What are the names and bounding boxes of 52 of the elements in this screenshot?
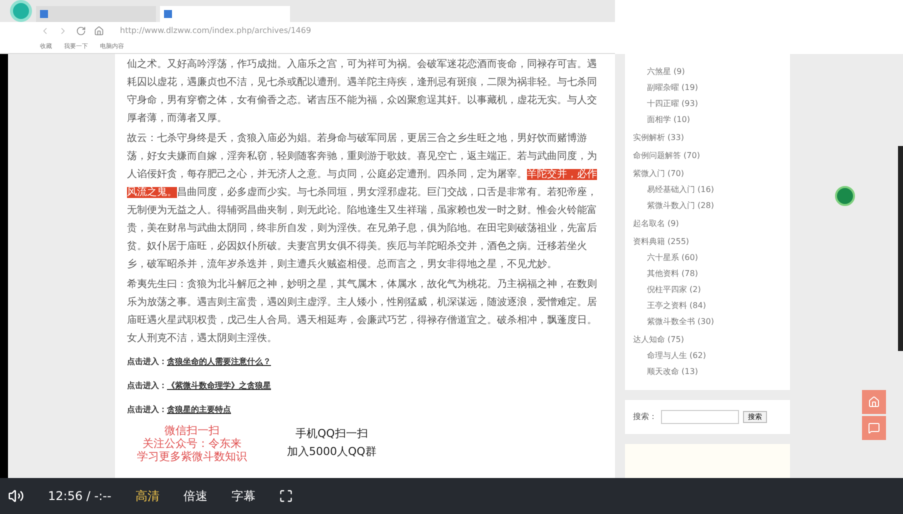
home-icon[interactable] — [94, 26, 104, 36]
category-link[interactable]: 紫微入门 (70) — [633, 166, 782, 182]
reload-icon[interactable] — [76, 26, 86, 36]
article-paragraph: 希夷先生曰：贪狼为北斗解厄之神，妙明之星，其气属木，体属水，故化气为桃花。乃主祸福之神，在数则乐为放荡之事。遇吉则主富贵，遇凶则主虚浮。主人矮小，性刚猛威，机深谋远，随波逐浪，爱憎难定。居庙旺遇火星武职权贵，戊己生人合局。遇天相延寿，会廉武巧艺，得禄存僧道宜之。破杀相冲，飘蓬度日。女人刑克不洁，遇太阴则主淫佚。 — [127, 278, 598, 346]
tab-icon — [40, 10, 48, 18]
time-display: 12:56 / -:-- — [48, 488, 112, 505]
promo-text: 手机QQ扫一扫 — [295, 426, 368, 442]
browser-tab[interactable] — [160, 6, 290, 22]
category-link[interactable]: 实例解析 (33) — [633, 130, 782, 146]
tab-icon — [164, 10, 172, 18]
category-link[interactable]: 紫微斗数全书 (30) — [633, 314, 782, 330]
category-link[interactable]: 倪柱平四家 (2) — [633, 282, 782, 298]
category-link[interactable]: 六煞星 (9) — [633, 64, 782, 80]
promo-text: 学习更多紫微斗数知识 — [137, 450, 247, 463]
speed-button[interactable]: 倍速 — [183, 487, 208, 505]
fullscreen-icon[interactable] — [279, 489, 294, 503]
search-label: 搜索： — [633, 411, 657, 423]
category-link[interactable]: 面相学 (10) — [633, 112, 782, 128]
link-prefix: 点击进入： — [127, 380, 167, 392]
article-paragraph: 仙之术。又好高吟浮荡，作巧成拙。入庙乐之宫，可为祥可为祸。会破军迷花恋酒而丧命，同禄存可吉。遇耗囚以虚花，遇廉贞也不洁，见七杀或配以遭刑。遇羊陀主痔疾，逢刑忌有斑痕，二限为祸非轻。与七杀同守身命，男有穿窬之体，女有偷香之态。诸吉压不能为福，众凶聚愈逞其奸。以事藏机，虚花无实。与人交厚者薄，而薄者又厚。 — [127, 58, 598, 126]
chat-button[interactable] — [862, 416, 886, 440]
category-link[interactable]: 副曜杂曜 (19) — [633, 80, 782, 96]
category-link[interactable]: 资料典籍 (255) — [633, 234, 782, 250]
browser-logo-icon — [10, 0, 32, 22]
category-link[interactable]: 易经基础入门 (16) — [633, 182, 782, 198]
subtitles-button[interactable]: 字幕 — [231, 487, 256, 505]
category-link[interactable]: 顺天改命 (13) — [633, 364, 782, 380]
promo-text: 关注公众号：令东来 — [142, 437, 242, 450]
chat-icon — [868, 422, 880, 434]
link-prefix: 点击进入： — [127, 404, 167, 416]
category-link[interactable]: 起名取名 (9) — [633, 216, 782, 232]
link-prefix: 点击进入： — [127, 356, 167, 368]
category-link[interactable]: 王亭之资料 (84) — [633, 298, 782, 314]
browser-tab[interactable] — [36, 6, 156, 22]
category-link[interactable]: 达人知命 (75) — [633, 332, 782, 348]
category-link[interactable]: 紫微斗数入门 (28) — [633, 198, 782, 214]
category-link[interactable]: 十四正曜 (93) — [633, 96, 782, 112]
home-button[interactable] — [862, 390, 886, 414]
article-link[interactable]: 贪狼星的主要特点 — [167, 404, 231, 416]
home-icon — [868, 396, 880, 408]
volume-icon[interactable] — [8, 488, 24, 504]
article-paragraph: 故云：七杀守身终是夭，贪狼入庙必为娼。若身命与破军同居，更居三合之乡生旺之地，男好饮而赌博游荡，好女夫嫌而自嫁，淫奔私窃，轻则随客奔驰，重则游于歌妓。喜见空亡，返主端正。若与武曲同度，为人谄佞奸贪，每存肥己之心，并无济人之意。与贞同，公庭必定遭刑。四杀同，定为屠宰。羊陀交并，必作风流之鬼。昌曲同度，必多虚而少实。与七杀同垣，男女淫邪虚花。巨门交战，口舌是非常有。若犯帝座，无制便为无益之人。得辅弼昌曲夹制，则无此论。陷地逢生又生祥瑞，虽家赖也发一时之财。惟会火铃能富贵，美在财帛与武曲太阴同，终非所自发，则为淫佚。在兄弟子息，俱为陷地。在田宅则破荡祖业，先富后贫。奴仆居于庙旺，必因奴仆所破。夫妻宫男女俱不得美。疾厄与羊陀昭杀交并，酒色之病。迁移若坐火乡，破军昭杀并，流年岁杀迭并，则主遭兵火贼盗相侵。总而言之，男女非得地之星，不见尤妙。 — [127, 132, 598, 272]
search-field[interactable] — [661, 410, 739, 424]
quality-button[interactable]: 高清 — [135, 487, 160, 505]
category-link[interactable]: 其他资料 (78) — [633, 266, 782, 282]
category-link[interactable]: 六十星系 (60) — [633, 250, 782, 266]
category-link[interactable]: 命理与人生 (62) — [633, 348, 782, 364]
promo-text: 微信扫一扫 — [164, 424, 220, 437]
promo-text: 加入5000人QQ群 — [287, 444, 376, 460]
article-link[interactable]: 贪狼坐命的人需要注意什么？ — [167, 356, 271, 368]
category-link[interactable]: 命例问题解答 (70) — [633, 148, 782, 164]
article-link[interactable]: 《紫微斗数命理学》之贪狼星 — [167, 380, 271, 392]
